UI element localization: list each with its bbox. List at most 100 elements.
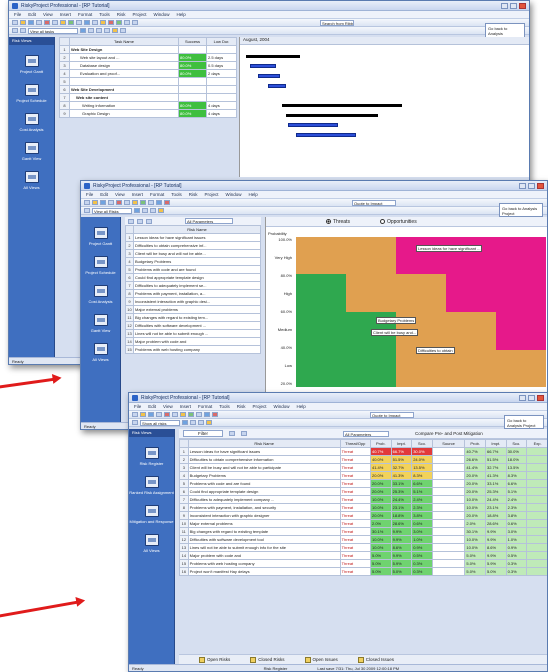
sidebar-item-mitigation[interactable]: Mitigation and Response: [129, 505, 174, 524]
redo-icon[interactable]: [148, 200, 154, 205]
col-low-dur[interactable]: Low Dur.: [206, 37, 237, 46]
table-row[interactable]: 7 Web site content: [59, 93, 237, 102]
view-select[interactable]: View all tasks: [28, 27, 78, 34]
matrix-cell[interactable]: [496, 350, 546, 387]
table-row[interactable]: 1 Web Site Design: [59, 45, 237, 54]
col-risk-name[interactable]: Risk Name: [187, 439, 341, 448]
paste-icon[interactable]: [60, 20, 66, 25]
col-score[interactable]: Sco.: [411, 439, 433, 448]
matrix-cell[interactable]: [296, 237, 346, 274]
table-row[interactable]: 9 Inconsistent interaction with graphic d…: [179, 511, 547, 520]
search-input[interactable]: Search from Ribbon: [320, 19, 354, 26]
parameter-select[interactable]: All Parameters: [343, 430, 389, 437]
matrix-cell[interactable]: [346, 237, 396, 274]
paste-icon[interactable]: [132, 200, 138, 205]
table-row[interactable]: 11 Big changes with regard to existing te…: [179, 527, 547, 536]
menu-project[interactable]: Project: [253, 404, 267, 409]
maximize-button[interactable]: [528, 394, 535, 401]
open-risks-button[interactable]: Open Risks: [199, 656, 230, 663]
sidebar-item-project-schedule[interactable]: Project Schedule: [81, 256, 120, 275]
table-row[interactable]: 4 Evaluation and proof... 80.0% 2 days: [59, 69, 237, 78]
sidebar-item-all-views[interactable]: All Views: [129, 534, 174, 553]
list-item[interactable]: 3 Client will be busy and will not be abl…: [125, 249, 261, 258]
highlight-icon[interactable]: [112, 28, 118, 33]
sidebar-item-project-gantt[interactable]: Project Gantt: [9, 55, 54, 74]
print-icon[interactable]: [156, 412, 162, 417]
task-bar[interactable]: [296, 133, 356, 137]
menu-window[interactable]: Window: [274, 404, 290, 409]
table-row[interactable]: 6 Web Site Development: [59, 85, 237, 94]
matrix-cell[interactable]: [346, 274, 396, 312]
new-icon[interactable]: [132, 412, 138, 417]
table-row[interactable]: 8 Problems with payment, installation, an…: [179, 503, 547, 512]
minimize-button[interactable]: [519, 182, 526, 189]
filter-icon[interactable]: [80, 28, 86, 33]
list-item[interactable]: 11 Big changes with regard to existing te…: [125, 313, 261, 322]
list-item[interactable]: 13 Lines will not be able to submit enoug…: [125, 329, 261, 338]
link-icon[interactable]: [156, 200, 162, 205]
maximize-button[interactable]: [510, 2, 517, 9]
save-icon[interactable]: [148, 412, 154, 417]
italic-icon[interactable]: [150, 208, 156, 213]
view-select[interactable]: View all Risks: [92, 207, 132, 214]
radio-opportunities[interactable]: Opportunities: [379, 219, 417, 225]
menu-window[interactable]: Window: [226, 192, 242, 197]
matrix-cell[interactable]: [396, 237, 446, 274]
risk-icon[interactable]: [212, 412, 218, 417]
risk-marker[interactable]: Budgetary Problems: [376, 317, 417, 324]
link-icon[interactable]: [204, 412, 210, 417]
col-threat-opp[interactable]: Threat/Opp: [339, 439, 371, 448]
open-icon[interactable]: [20, 20, 26, 25]
bold-icon[interactable]: [88, 28, 94, 33]
menu-help[interactable]: Help: [297, 404, 306, 409]
sidebar-item-gantt-view[interactable]: Gantt View: [9, 142, 54, 161]
table-row[interactable]: 7 Difficulties to adequately implement co…: [179, 495, 547, 504]
summary-bar[interactable]: [246, 55, 300, 58]
risk-marker[interactable]: Client will be busy and...: [371, 329, 419, 336]
filter-icon[interactable]: [134, 208, 140, 213]
indent-icon[interactable]: [84, 208, 90, 213]
cut-icon[interactable]: [44, 20, 50, 25]
sidebar-item-ranked-risk[interactable]: Ranked Risk Assignment: [129, 476, 174, 495]
align-icon[interactable]: [120, 28, 126, 33]
risk-marker[interactable]: Difficulties to obtain: [416, 347, 455, 354]
matrix-cell[interactable]: [446, 312, 496, 350]
menu-help[interactable]: Help: [177, 12, 186, 17]
list-item[interactable]: 15 Problems with web hosting company: [125, 345, 261, 354]
risk-icon[interactable]: [108, 20, 114, 25]
table-row[interactable]: 6 Could find appropriate template design T…: [179, 487, 547, 496]
matrix-cell[interactable]: [396, 274, 446, 312]
task-bar[interactable]: [288, 123, 338, 127]
summary-bar[interactable]: [286, 114, 378, 117]
list-item[interactable]: 9 Inconsistent interaction with graphic d…: [125, 297, 261, 306]
menu-format[interactable]: Format: [150, 192, 164, 197]
save-icon[interactable]: [28, 20, 34, 25]
sidebar-item-gantt-view[interactable]: Gantt View: [81, 314, 120, 333]
list-item[interactable]: 2 Difficulties to obtain comprehensive in…: [125, 241, 261, 250]
highlight-icon[interactable]: [158, 208, 164, 213]
menu-tools[interactable]: Tools: [99, 12, 110, 17]
close-button[interactable]: [537, 182, 544, 189]
radio-threats[interactable]: Threats: [326, 219, 350, 225]
menu-format[interactable]: Format: [198, 404, 212, 409]
table-row[interactable]: 2 Difficulties to obtain comprehensive in…: [179, 455, 547, 464]
menu-risk[interactable]: Risk: [117, 12, 126, 17]
menu-help[interactable]: Help: [249, 192, 258, 197]
paste-icon[interactable]: [180, 412, 186, 417]
minimize-button[interactable]: [501, 2, 508, 9]
copy-icon[interactable]: [172, 412, 178, 417]
menu-insert[interactable]: Insert: [132, 192, 143, 197]
col-exp[interactable]: Exp.: [526, 439, 547, 448]
parameter-select[interactable]: All Parameters: [185, 218, 233, 224]
col-prob[interactable]: Prob.: [369, 439, 392, 448]
undo-icon[interactable]: [140, 200, 146, 205]
maximize-button[interactable]: [528, 182, 535, 189]
matrix-cell[interactable]: [296, 350, 346, 387]
menu-format[interactable]: Format: [78, 12, 92, 17]
table-row[interactable]: 12 Difficulties with software development…: [179, 535, 547, 544]
go-back-button[interactable]: Go back to Analysis Project: [504, 415, 544, 429]
sidebar-item-cost-analysis[interactable]: Cost Analysis: [9, 113, 54, 132]
redo-icon[interactable]: [76, 20, 82, 25]
matrix-cell[interactable]: [296, 274, 346, 312]
search-input[interactable]: Quote to Impact: [352, 199, 396, 206]
